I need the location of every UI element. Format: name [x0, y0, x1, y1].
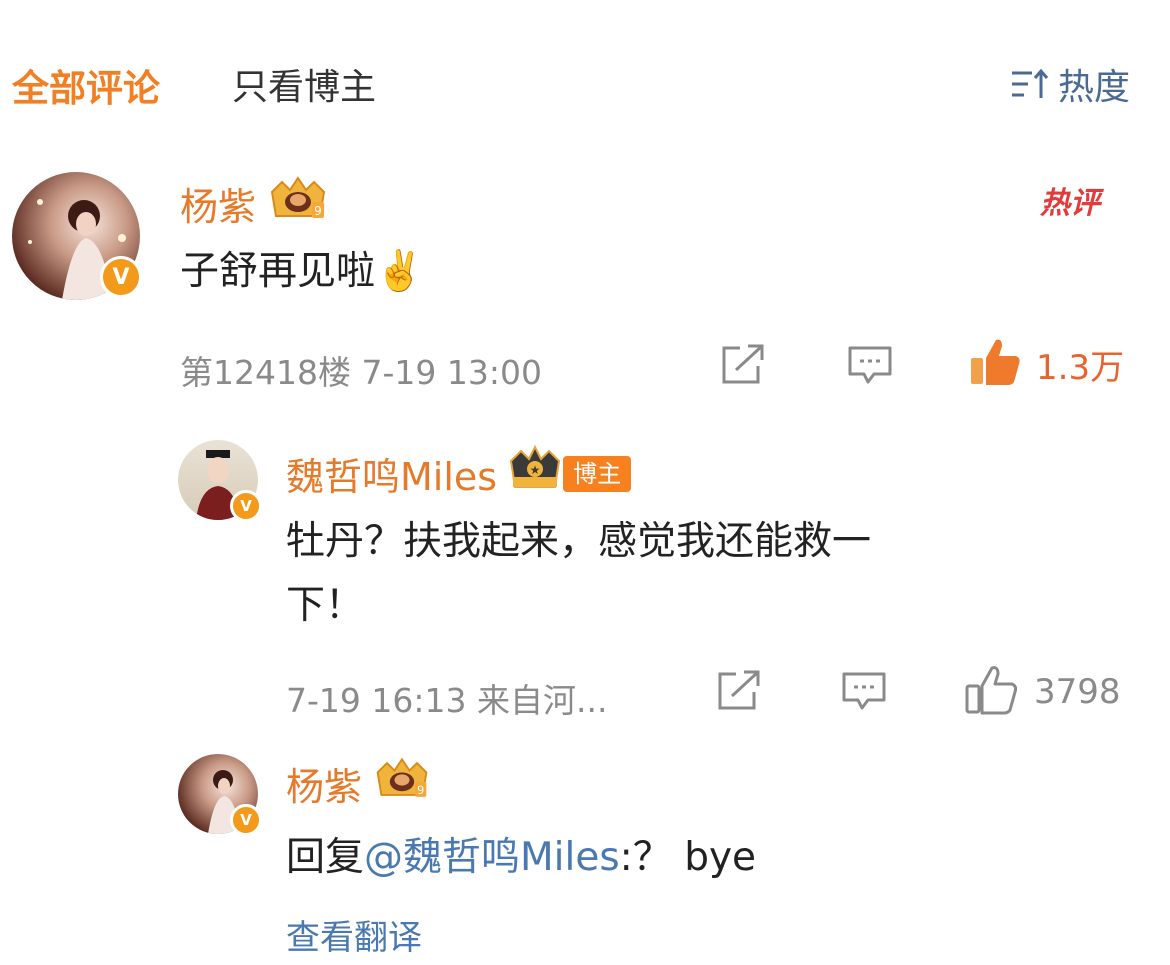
- hot-comment-badge: 热评: [1040, 186, 1100, 221]
- thumbs-up-icon: [968, 336, 1022, 392]
- reply-meta: 7-19 16:13 来自河...: [286, 681, 608, 720]
- share-icon[interactable]: [716, 670, 762, 716]
- share-icon[interactable]: [720, 344, 766, 390]
- verified-badge-icon: V: [100, 256, 142, 298]
- owner-tag: 博主: [563, 455, 632, 492]
- crown-icon: ★: [507, 444, 563, 500]
- crown-rank-icon: 9: [266, 176, 330, 231]
- verified-badge-icon: V: [230, 804, 262, 836]
- like-button[interactable]: 1.3万: [968, 336, 1124, 392]
- like-count: 3798: [1034, 672, 1121, 712]
- commenter-avatar[interactable]: V: [12, 172, 142, 302]
- reply-icon[interactable]: [840, 670, 888, 716]
- mention-link[interactable]: @魏哲鸣Miles: [364, 835, 620, 880]
- reply-author-avatar[interactable]: V: [178, 754, 262, 836]
- commenter-name[interactable]: 杨紫: [180, 176, 256, 231]
- crown-rank-icon: 9: [372, 757, 432, 810]
- reply-author-name-row: 杨紫 9: [286, 756, 432, 811]
- thumbs-up-icon: [964, 664, 1018, 720]
- reply-author-name[interactable]: 杨紫: [286, 756, 362, 811]
- comment-floor-time: 第12418楼 7-19 13:00: [180, 353, 542, 392]
- sort-label: 热度: [1057, 67, 1130, 108]
- reply-author-name[interactable]: 魏哲鸣Miles: [286, 446, 497, 501]
- owner-badge: ★ 博主: [507, 444, 632, 500]
- svg-text:★: ★: [530, 463, 541, 477]
- reply-text-line1: 牡丹？扶我起来，感觉我还能救一: [286, 519, 872, 564]
- tab-owner-only[interactable]: 只看博主: [232, 58, 376, 110]
- sort-button[interactable]: 热度: [1010, 58, 1130, 110]
- commenter-name-row: 杨紫 9: [180, 176, 330, 231]
- verified-badge-icon: V: [230, 490, 262, 522]
- like-button[interactable]: 3798: [964, 664, 1121, 720]
- view-translation-link[interactable]: 查看翻译: [286, 910, 422, 959]
- reply-suffix: :？ bye: [619, 835, 757, 880]
- tab-all-comments[interactable]: 全部评论: [12, 58, 160, 112]
- reply-prefix: 回复: [286, 835, 365, 880]
- svg-text:9: 9: [417, 784, 424, 797]
- sort-icon: [1010, 67, 1050, 101]
- comment-text: 子舒再见啦✌️: [180, 249, 424, 294]
- reply-icon[interactable]: [846, 344, 894, 390]
- reply-author-name-row: 魏哲鸣Miles ★ 博主: [286, 444, 632, 501]
- reply-text: 回复@魏哲鸣Miles:？ bye: [286, 826, 756, 890]
- like-count: 1.3万: [1036, 347, 1125, 388]
- svg-text:9: 9: [314, 204, 322, 218]
- reply-text-line2: 下！: [286, 583, 365, 628]
- reply-author-avatar[interactable]: V: [178, 440, 262, 522]
